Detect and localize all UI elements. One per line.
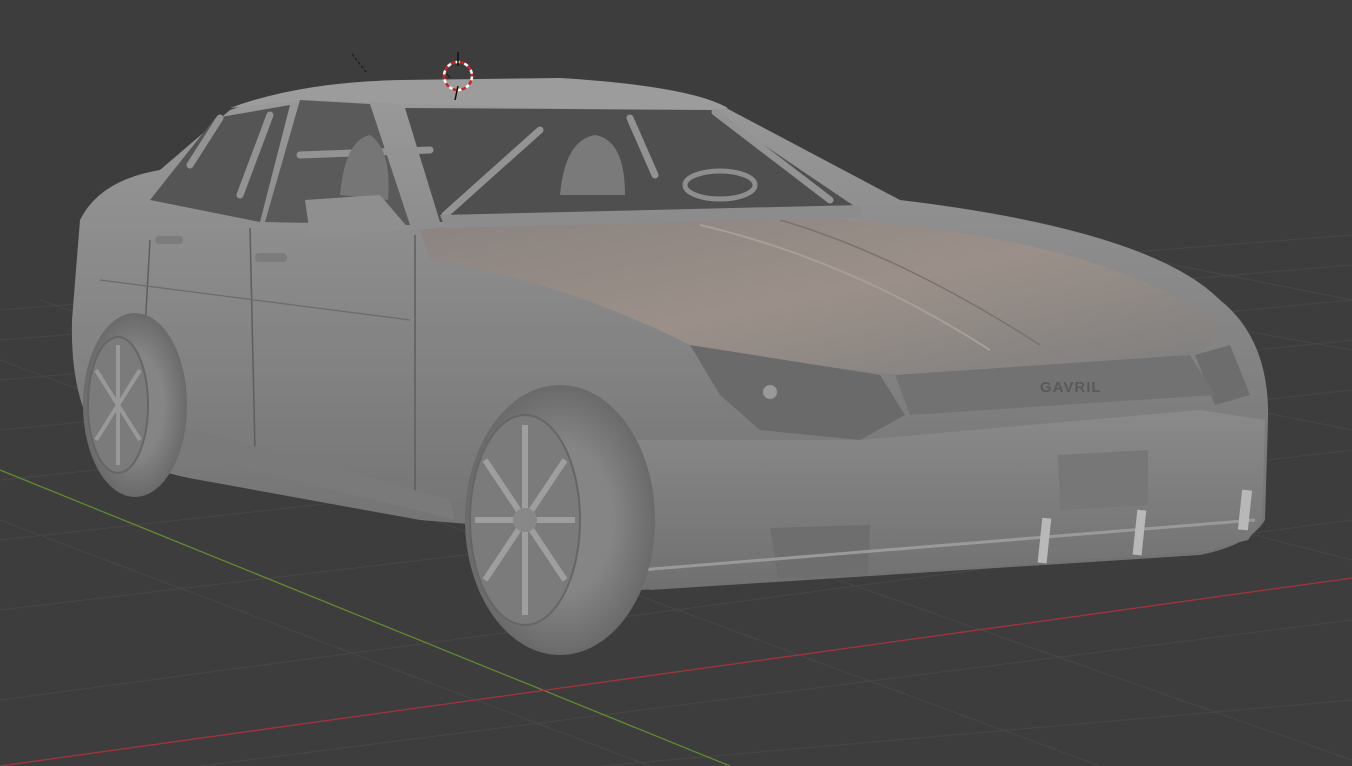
door-handle bbox=[255, 253, 287, 262]
door-handle bbox=[155, 236, 183, 244]
viewport-canvas[interactable]: GAVRIL bbox=[0, 0, 1352, 766]
front-wheel bbox=[465, 385, 655, 655]
grille-badge: GAVRIL bbox=[1040, 379, 1102, 396]
x-axis-line bbox=[0, 577, 1352, 766]
license-plate-area bbox=[1058, 450, 1148, 510]
light-gizmo bbox=[351, 53, 367, 73]
3d-viewport[interactable]: GAVRIL bbox=[0, 0, 1352, 766]
rear-wheel bbox=[83, 313, 187, 497]
car-model[interactable]: GAVRIL bbox=[71, 78, 1269, 655]
